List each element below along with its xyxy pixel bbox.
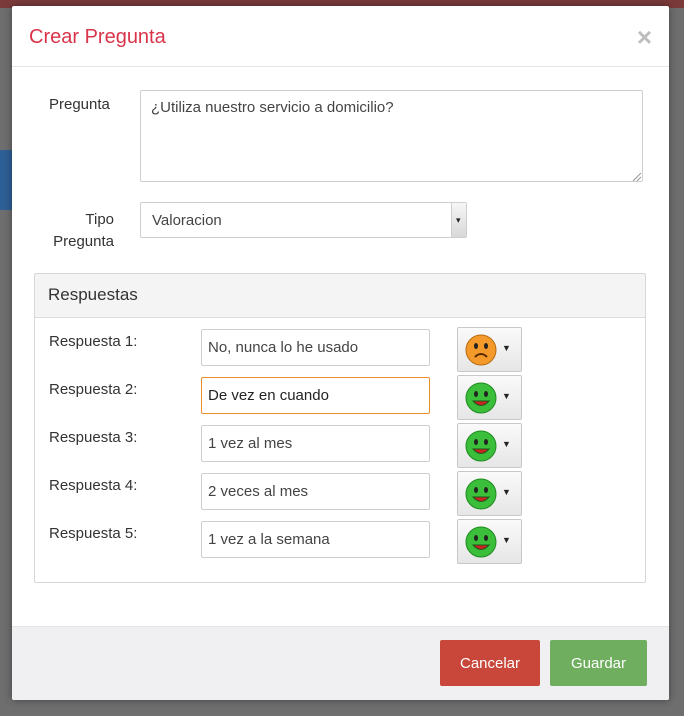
save-button[interactable]: Guardar [550,640,647,686]
respuesta-label: Respuesta 1: [49,333,138,350]
tipo-pregunta-value: Valoracion [152,212,222,229]
happy-face-icon [465,430,497,462]
respuesta-input[interactable] [201,425,430,462]
caret-down-icon: ▼ [502,343,511,353]
pregunta-label: Pregunta [49,96,110,113]
happy-face-icon [465,478,497,510]
sad-face-icon [465,334,497,366]
emoji-dropdown-button[interactable]: ▼ [457,327,522,372]
respuesta-label: Respuesta 2: [49,381,138,398]
respuestas-panel-heading: Respuestas [35,274,645,318]
respuesta-input[interactable] [201,329,430,366]
respuesta-input[interactable] [201,377,430,414]
respuesta-input[interactable] [201,473,430,510]
resize-grip-icon[interactable] [632,172,642,182]
tipo-label-line1: Tipo [85,211,114,228]
happy-face-icon [465,382,497,414]
caret-down-icon: ▼ [502,439,511,449]
emoji-dropdown-button[interactable]: ▼ [457,423,522,468]
tipo-pregunta-label: Tipo Pregunta [32,209,114,253]
modal-title: Crear Pregunta [29,26,166,48]
close-button[interactable]: × [637,22,652,53]
caret-down-icon: ▼ [502,391,511,401]
respuesta-label: Respuesta 4: [49,477,138,494]
pregunta-textarea[interactable]: ¿Utiliza nuestro servicio a domicilio? [140,90,643,182]
modal-header: Crear Pregunta × [12,6,669,67]
emoji-dropdown-button[interactable]: ▼ [457,375,522,420]
cancel-button[interactable]: Cancelar [440,640,540,686]
tipo-pregunta-select[interactable]: Valoracion ▾ [140,202,467,238]
select-arrow[interactable]: ▾ [451,203,466,237]
modal-footer: Cancelar Guardar [12,626,669,700]
respuesta-label: Respuesta 3: [49,429,138,446]
happy-face-icon [465,526,497,558]
emoji-dropdown-button[interactable]: ▼ [457,471,522,516]
tipo-label-line2: Pregunta [53,233,114,250]
chevron-down-icon: ▾ [456,215,461,225]
caret-down-icon: ▼ [502,535,511,545]
respuestas-title: Respuestas [48,285,138,304]
respuestas-panel: Respuestas Respuesta 1: ▼ Respuesta 2: ▼ Res… [34,273,646,583]
respuesta-label: Respuesta 5: [49,525,138,542]
respuesta-input[interactable] [201,521,430,558]
emoji-dropdown-button[interactable]: ▼ [457,519,522,564]
caret-down-icon: ▼ [502,487,511,497]
crear-pregunta-modal: Crear Pregunta × Pregunta ¿Utiliza nuest… [12,6,669,700]
